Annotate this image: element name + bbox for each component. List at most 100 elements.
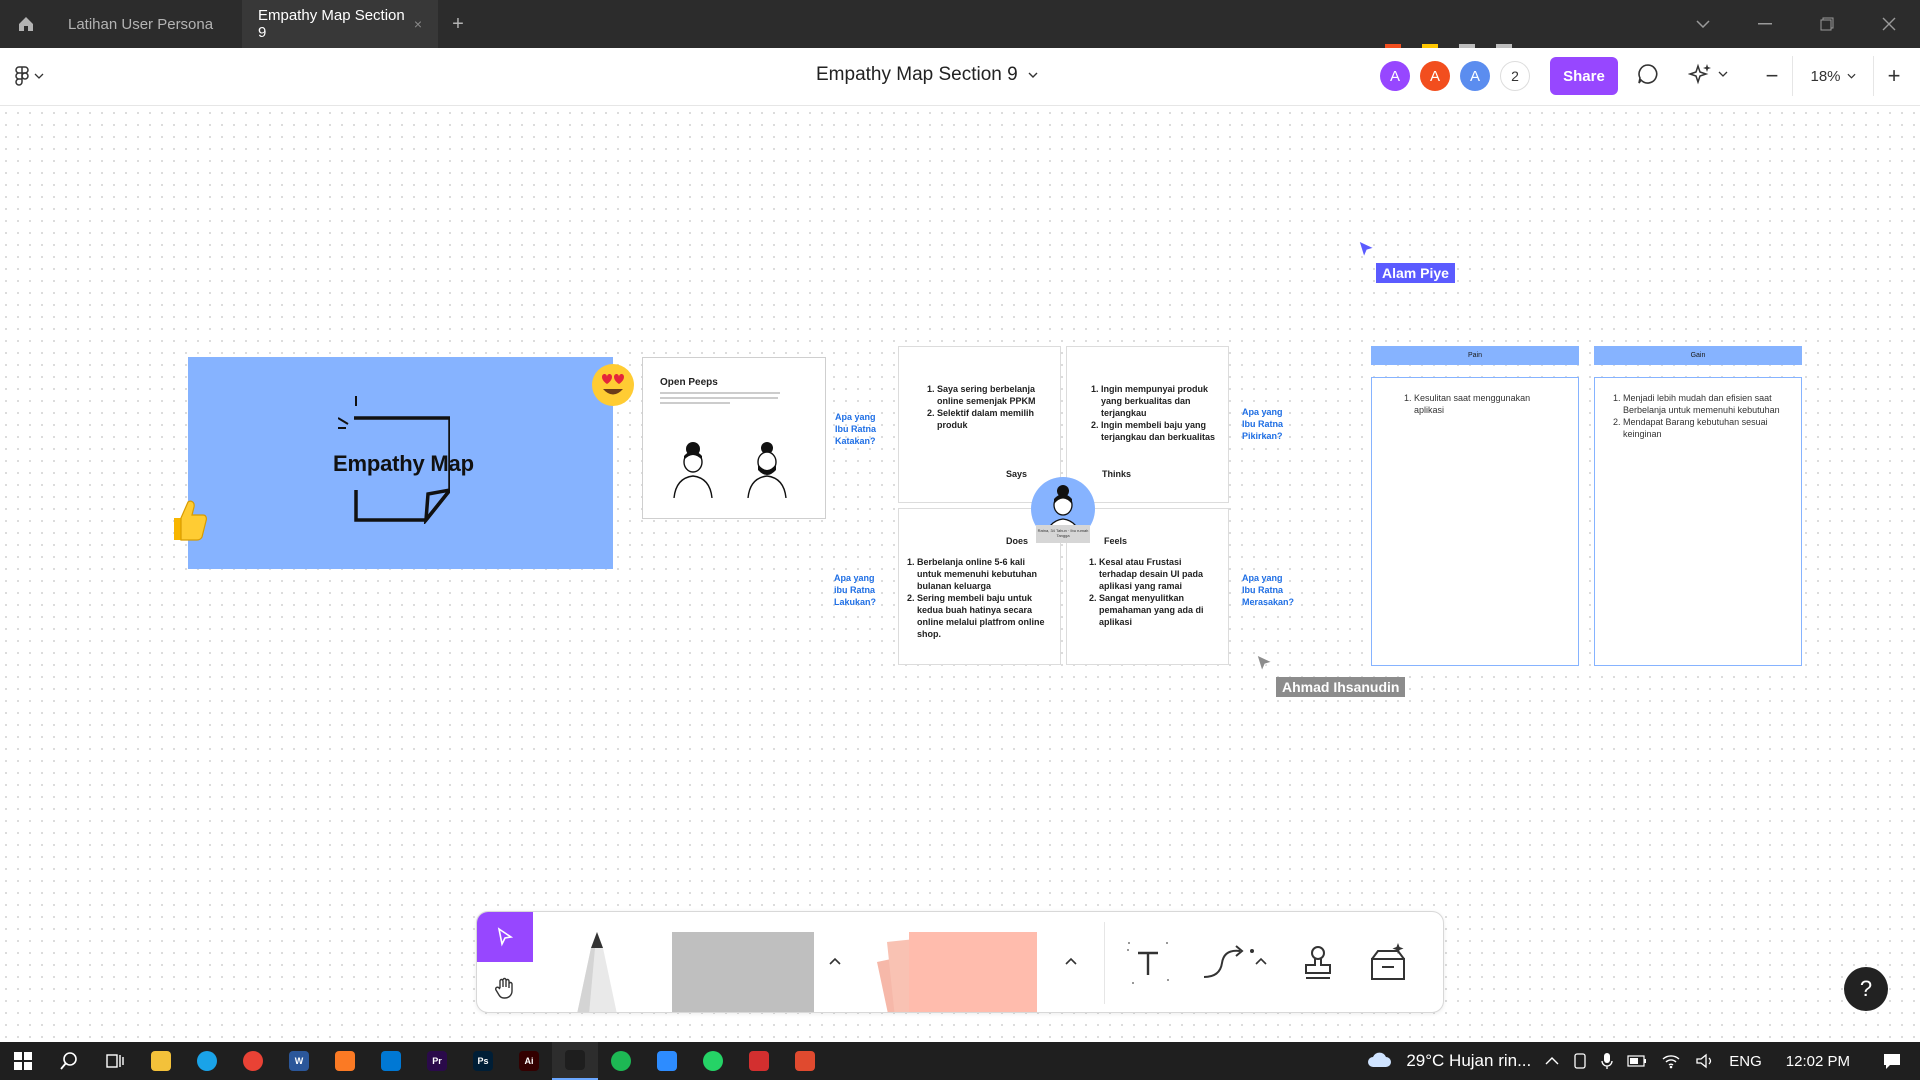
move-tool-button[interactable] — [477, 912, 533, 962]
figma-icon[interactable] — [552, 1042, 598, 1080]
avatar-overflow-count[interactable]: 2 — [1500, 61, 1530, 91]
zoom-in-button[interactable]: + — [1874, 56, 1914, 96]
ai-actions-button[interactable] — [1688, 62, 1728, 86]
sticky-note-stack-icon — [877, 929, 1037, 1012]
feels-quadrant[interactable]: Kesal atau Frustasi terhadap desain UI p… — [1066, 508, 1229, 665]
tab-empathy-map-section-9[interactable]: Empathy Map Section 9 × — [242, 0, 438, 48]
spotify-icon-glyph — [611, 1051, 631, 1071]
photoshop-icon[interactable]: Ps — [460, 1042, 506, 1080]
file-explorer-icon[interactable] — [138, 1042, 184, 1080]
avatar[interactable]: A — [1380, 61, 1410, 91]
task-view-icon-glyph — [105, 1051, 125, 1071]
notifications-icon[interactable] — [1882, 1052, 1902, 1070]
whatsapp-icon[interactable] — [690, 1042, 736, 1080]
edge-icon[interactable] — [184, 1042, 230, 1080]
cursor-label-ahmad-ihsanudin: Ahmad Ihsanudin — [1276, 677, 1406, 697]
zoom-out-button[interactable]: − — [1752, 56, 1792, 96]
list-item: Mendapat Barang kebutuhan sesuai keingin… — [1623, 416, 1789, 440]
document-title[interactable]: Empathy Map Section 9 — [816, 64, 1038, 86]
share-button[interactable]: Share — [1550, 57, 1618, 95]
spotify-icon[interactable] — [598, 1042, 644, 1080]
says-list: Saya sering berbelanja online semenjak P… — [899, 347, 1060, 431]
premiere-icon[interactable]: Pr — [414, 1042, 460, 1080]
chevron-down-icon[interactable] — [1672, 0, 1734, 48]
main-menu-button[interactable] — [14, 66, 44, 86]
avatar[interactable]: A — [1420, 61, 1450, 91]
widgets-tool-button[interactable] — [1363, 938, 1413, 988]
windows-start-icon-glyph — [13, 1051, 33, 1071]
vscode-icon[interactable] — [368, 1042, 414, 1080]
pain-list: Kesulitan saat menggunakan aplikasi — [1372, 378, 1578, 416]
clock[interactable]: 12:02 PM — [1786, 1053, 1850, 1070]
acrobat-icon[interactable] — [736, 1042, 782, 1080]
battery-icon[interactable] — [1627, 1055, 1647, 1067]
meet-now-icon[interactable] — [1573, 1053, 1587, 1069]
shape-tool-button[interactable] — [672, 932, 814, 1012]
avatar[interactable]: A — [1460, 61, 1490, 91]
chevron-up-icon[interactable] — [1255, 952, 1267, 968]
chrome-icon[interactable] — [230, 1042, 276, 1080]
thumbs-up-emoji-icon[interactable] — [170, 498, 208, 547]
pain-header: Pain — [1371, 346, 1579, 365]
gain-header: Gain — [1594, 346, 1802, 365]
zoom-controls: − 18% + — [1752, 56, 1914, 96]
chevron-up-icon[interactable] — [829, 952, 841, 968]
says-quadrant[interactable]: Saya sering berbelanja online semenjak P… — [898, 346, 1061, 503]
pain-box[interactable]: Kesulitan saat menggunakan aplikasi — [1371, 377, 1579, 666]
tab-latihan-user-persona[interactable]: Latihan User Persona — [52, 0, 242, 48]
help-button[interactable]: ? — [1844, 967, 1888, 1011]
xampp-icon[interactable] — [322, 1042, 368, 1080]
drawing-toolbar — [476, 911, 1444, 1013]
thinks-label: Thinks — [1102, 469, 1132, 479]
wifi-icon[interactable] — [1661, 1053, 1681, 1069]
cursor-label-alam-piye: Alam Piye — [1376, 263, 1455, 283]
question-thinks: Apa yang Ibu Ratna Pikirkan? — [1242, 407, 1284, 441]
figma-agent-icon[interactable] — [782, 1042, 828, 1080]
volume-icon[interactable] — [1695, 1053, 1715, 1069]
home-icon[interactable] — [0, 0, 52, 48]
sticky-note-tool-button[interactable] — [877, 929, 1037, 1012]
close-tab-icon[interactable]: × — [414, 16, 422, 32]
new-tab-button[interactable]: + — [438, 0, 478, 48]
zoom-level-value: 18% — [1810, 67, 1841, 85]
zoom-level-dropdown[interactable]: 18% — [1792, 56, 1874, 96]
connector-tool-button[interactable] — [1193, 938, 1263, 988]
top-toolbar: Empathy Map Section 9 A A A 2 Share − 18… — [0, 48, 1920, 106]
says-label: Says — [1006, 469, 1028, 479]
illustrator-icon[interactable]: Ai — [506, 1042, 552, 1080]
search-icon[interactable] — [46, 1042, 92, 1080]
zoom-icon[interactable] — [644, 1042, 690, 1080]
toolbar-divider — [1104, 922, 1105, 1004]
weather-text[interactable]: 29°C Hujan rin... — [1406, 1051, 1531, 1071]
list-item: Sering membeli baju untuk kedua buah hat… — [917, 592, 1052, 640]
comment-icon[interactable] — [1636, 62, 1660, 91]
language-indicator[interactable]: ENG — [1729, 1053, 1762, 1070]
list-item: Sangat menyulitkan pemahaman yang ada di… — [1099, 592, 1216, 628]
thinks-quadrant[interactable]: Ingin mempunyai produk yang berkualitas … — [1066, 346, 1229, 503]
marker-tool-button[interactable] — [567, 932, 627, 1012]
premiere-icon-glyph: Pr — [427, 1051, 447, 1071]
chevron-up-icon[interactable] — [1545, 1057, 1559, 1065]
windows-start-icon[interactable] — [0, 1042, 46, 1080]
word-icon[interactable]: W — [276, 1042, 322, 1080]
edge-icon-glyph — [197, 1051, 217, 1071]
cursor-pointer-icon — [1256, 654, 1274, 679]
text-tool-button[interactable] — [1123, 938, 1173, 988]
xampp-icon-glyph — [335, 1051, 355, 1071]
microphone-icon[interactable] — [1601, 1052, 1613, 1070]
hand-tool-button[interactable] — [477, 962, 533, 1012]
chevron-up-icon[interactable] — [1065, 952, 1077, 968]
chevron-down-icon — [1718, 71, 1728, 77]
heart-eyes-emoji-icon[interactable] — [592, 364, 634, 406]
gain-box[interactable]: Menjadi lebih mudah dan efisien saat Ber… — [1594, 377, 1802, 666]
cursor-arrow-icon — [497, 927, 514, 947]
figma-agent-icon-glyph — [795, 1051, 815, 1071]
collaborator-avatars: A A A 2 — [1380, 61, 1530, 91]
stamp-tool-button[interactable] — [1293, 938, 1343, 988]
task-view-icon[interactable] — [92, 1042, 138, 1080]
restore-icon[interactable] — [1796, 0, 1858, 48]
minimize-icon[interactable] — [1734, 0, 1796, 48]
peep-man-illustration-icon — [742, 440, 792, 503]
close-window-icon[interactable] — [1858, 0, 1920, 48]
text-icon — [1127, 942, 1169, 984]
